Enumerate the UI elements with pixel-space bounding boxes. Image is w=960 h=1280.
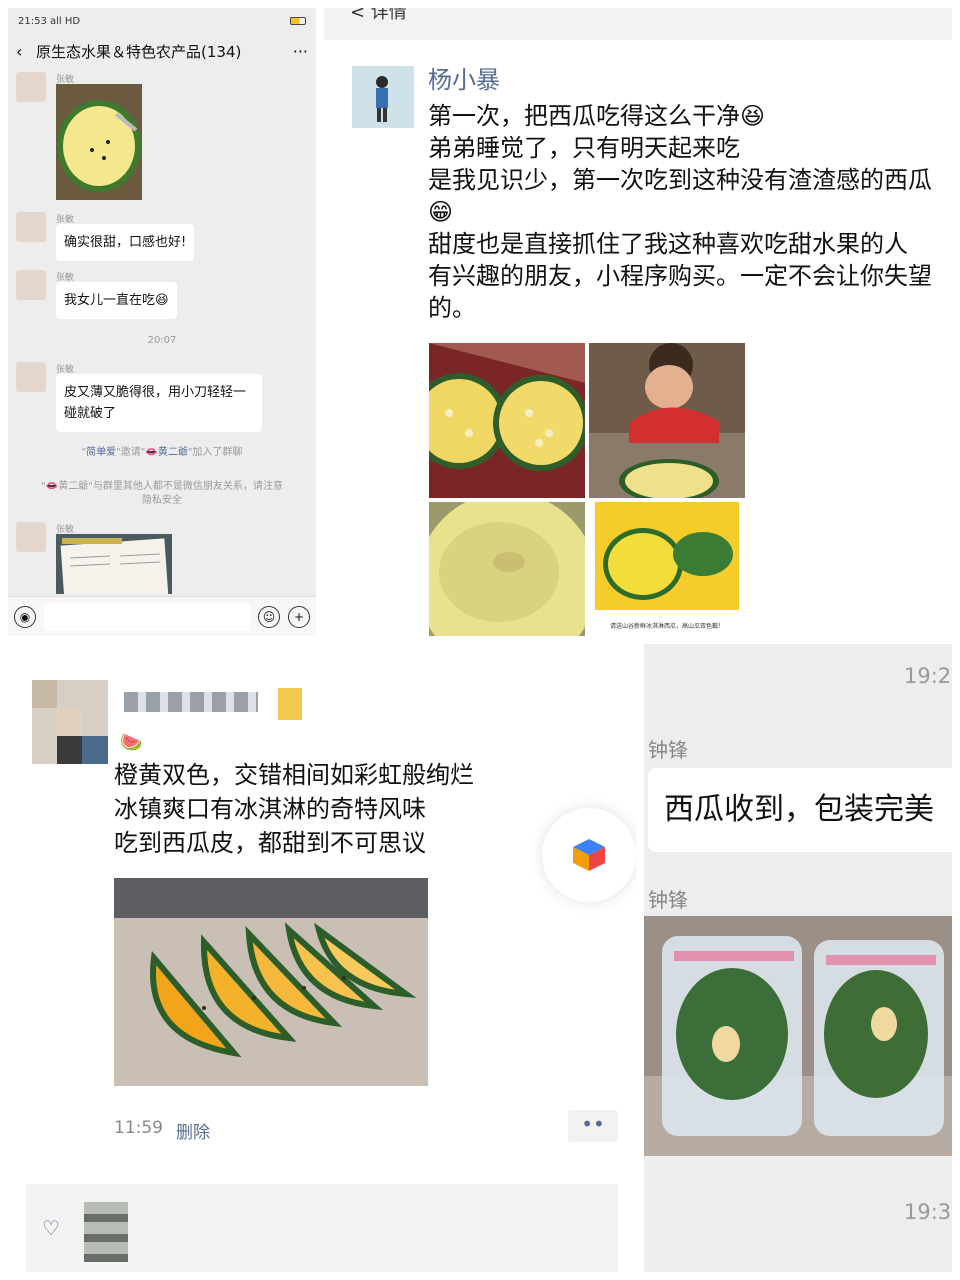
battery-icon xyxy=(290,17,306,25)
watermelon-slices-photo[interactable] xyxy=(114,878,428,1086)
more-button[interactable]: •• xyxy=(568,1110,618,1142)
likes-area: ♡ xyxy=(26,1184,618,1272)
chat-message: 张敏 确实很甜，口感也好! xyxy=(16,212,195,261)
eaten-rind-photo[interactable] xyxy=(429,502,585,636)
sender-name: 钟锋 xyxy=(648,888,688,912)
product-ad-photo[interactable]: 请送山谷新鲜冰淇淋西瓜，高山瓜双色瓤！ xyxy=(589,502,745,636)
post-text: 第一次，把西瓜吃得这么干净😆 弟弟睡觉了，只有明天起来吃 是我见识少，第一次吃到… xyxy=(428,102,932,322)
ellipsis-icon[interactable]: ··· xyxy=(293,42,308,61)
chat-message: 张敏 xyxy=(16,522,172,606)
chat-message: 张敏 我女儿一直在吃😆 xyxy=(16,270,177,319)
sender-name: 张敏 xyxy=(56,365,75,375)
moments-detail-screenshot: < 详情 杨小暴 第一次，把西瓜吃得这么干净😆 弟弟睡觉了，只有明天起来吃 是我… xyxy=(324,8,952,636)
post-time: 11:59 xyxy=(114,1118,163,1138)
sender-name: 张敏 xyxy=(56,75,75,85)
private-chat-screenshot: 19:2 钟锋 西瓜收到，包装完美 钟锋 19:3 xyxy=(644,644,952,1272)
sender-name: 张敏 xyxy=(56,273,75,283)
invitee-name[interactable]: 👄黄二爺 xyxy=(145,447,187,458)
poster-name[interactable]: 杨小暴 xyxy=(428,60,500,95)
watermelon-emoji: 🍉 xyxy=(120,732,143,753)
avatar[interactable] xyxy=(16,362,46,392)
avatar[interactable] xyxy=(32,680,108,764)
blurred-name[interactable] xyxy=(124,692,258,712)
inviter-name[interactable]: 简单爱 xyxy=(86,447,116,458)
watermelon-photo[interactable] xyxy=(56,84,142,200)
packaged-watermelons-photo[interactable] xyxy=(644,916,952,1156)
document-photo[interactable] xyxy=(56,534,172,606)
message-bubble[interactable]: 皮又薄又脆得很，用小刀轻轻一碰就破了 xyxy=(56,374,262,432)
voice-icon[interactable]: ◉ xyxy=(14,605,36,628)
chat-title-bar: ‹ 原生态水果＆特色农产品(134) ··· xyxy=(8,34,316,68)
avatar[interactable] xyxy=(16,522,46,552)
child-eating-photo[interactable] xyxy=(589,343,745,498)
chat-title: 原生态水果＆特色农产品(134) xyxy=(36,42,242,61)
photo-caption: 请送山谷新鲜冰淇淋西瓜，高山瓜双色瓤！ xyxy=(610,622,724,630)
sender-name: 张敏 xyxy=(56,525,75,535)
avatar[interactable] xyxy=(352,66,414,128)
message-bubble[interactable]: 我女儿一直在吃😆 xyxy=(56,282,177,319)
system-privacy-notice: "👄黄二爺"与群里其他人都不是微信朋友关系，请注意隐私安全 xyxy=(41,481,283,506)
status-bar: 21:53 all HD xyxy=(8,8,316,34)
message-bubble[interactable]: 西瓜收到，包装完美 xyxy=(648,768,952,852)
invite-suffix: "加入了群聊 xyxy=(187,447,243,458)
emoji-icon[interactable]: ☺ xyxy=(258,605,280,628)
message-bubble[interactable]: 确实很甜，口感也好! xyxy=(56,224,195,261)
watermelon-halves-photo[interactable] xyxy=(429,343,585,498)
avatar[interactable] xyxy=(16,212,46,242)
plus-icon[interactable]: + xyxy=(288,605,310,628)
group-chat-screenshot: 21:53 all HD ‹ 原生态水果＆特色农产品(134) ··· 张敏 张… xyxy=(8,8,316,636)
chat-message: 张敏 皮又薄又脆得很，用小刀轻轻一碰就破了 xyxy=(16,362,262,432)
system-invite-notice: "简单爱"邀请"👄黄二爺"加入了群聊 xyxy=(81,447,243,458)
blurred-badge xyxy=(278,688,302,720)
avatar[interactable] xyxy=(16,72,46,102)
signal-indicator: all HD xyxy=(50,15,81,27)
floating-app-icon[interactable] xyxy=(542,808,636,902)
sender-name: 钟锋 xyxy=(648,738,688,762)
cube-icon xyxy=(573,839,605,871)
avatar[interactable] xyxy=(16,270,46,300)
chat-message: 张敏 xyxy=(16,72,142,204)
delete-link[interactable]: 删除 xyxy=(176,1118,210,1143)
message-input[interactable] xyxy=(44,602,250,631)
timestamp: 20:07 xyxy=(147,335,177,346)
heart-icon[interactable]: ♡ xyxy=(42,1216,60,1240)
chevron-left-icon[interactable]: ‹ xyxy=(16,42,36,61)
chat-input-bar: ◉ ☺ + xyxy=(8,596,316,636)
liker-avatar[interactable] xyxy=(84,1202,128,1262)
moments-post-screenshot: 🍉 橙黄双色，交错相间如彩虹般绚烂 冰镇爽口有冰淇淋的奇特风味 吃到西瓜皮，都甜… xyxy=(8,644,636,1272)
header-bar[interactable]: < 详情 xyxy=(324,8,952,40)
timestamp-bottom: 19:3 xyxy=(904,1200,952,1224)
timestamp-top: 19:2 xyxy=(904,664,952,688)
invite-text: "邀请" xyxy=(116,447,146,458)
status-time: 21:53 xyxy=(18,15,47,27)
post-text: 橙黄双色，交错相间如彩虹般绚烂 冰镇爽口有冰淇淋的奇特风味 吃到西瓜皮，都甜到不… xyxy=(114,761,474,857)
sender-name: 张敏 xyxy=(56,215,75,225)
